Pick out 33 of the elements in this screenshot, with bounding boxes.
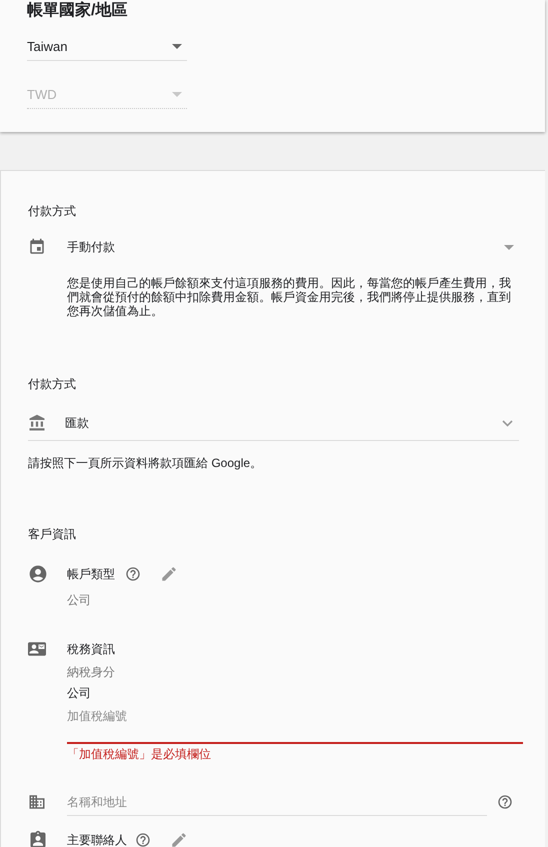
- country-select[interactable]: Taiwan: [27, 33, 187, 61]
- help-icon[interactable]: [497, 794, 513, 810]
- bank-icon: [28, 414, 46, 432]
- name-address-field[interactable]: 名稱和地址: [67, 788, 487, 816]
- payment-method-select[interactable]: 匯款: [28, 408, 519, 441]
- dropdown-arrow-icon: [172, 44, 182, 49]
- vat-number-field[interactable]: 加值稅編號: [67, 708, 523, 744]
- field-label: 主要聯絡人: [67, 832, 127, 847]
- account-icon: [28, 564, 48, 584]
- building-icon: [28, 793, 46, 811]
- field-value: 公司: [67, 592, 92, 609]
- section-title: 客戶資訊: [28, 526, 77, 543]
- field-label: 付款方式: [28, 203, 77, 220]
- section-title: 帳單國家/地區: [27, 0, 128, 21]
- field-caption: 納稅身分: [67, 664, 116, 681]
- calendar-icon: [28, 238, 46, 256]
- field-label: 稅務資訊: [67, 641, 115, 658]
- description-text: 您是使用自己的帳戶餘額來支付這項服務的費用。因此，每當您的帳戶產生費用，我們就會從預付的餘額中扣除費用金額。帳戶資金用完後，我們將停止提供服務，直到您再次儲值為止。: [67, 276, 512, 318]
- contact-icon: [28, 830, 48, 847]
- help-icon[interactable]: [125, 566, 141, 582]
- error-message: 「加值稅編號」是必填欄位: [67, 746, 212, 763]
- payment-schedule-select[interactable]: 手動付款: [28, 235, 519, 259]
- field-value: 公司: [67, 685, 92, 702]
- dropdown-arrow-icon: [504, 244, 514, 250]
- field-label: 帳戶類型: [67, 566, 115, 583]
- note-text: 請按照下一頁所示資料將款項匯給 Google。: [28, 455, 264, 472]
- help-icon[interactable]: [135, 832, 151, 847]
- id-card-icon: [28, 640, 46, 658]
- edit-icon[interactable]: [160, 565, 178, 583]
- chevron-down-icon: [502, 420, 513, 426]
- field-label: 付款方式: [28, 376, 77, 393]
- edit-icon[interactable]: [170, 831, 188, 847]
- dropdown-arrow-icon: [172, 92, 182, 97]
